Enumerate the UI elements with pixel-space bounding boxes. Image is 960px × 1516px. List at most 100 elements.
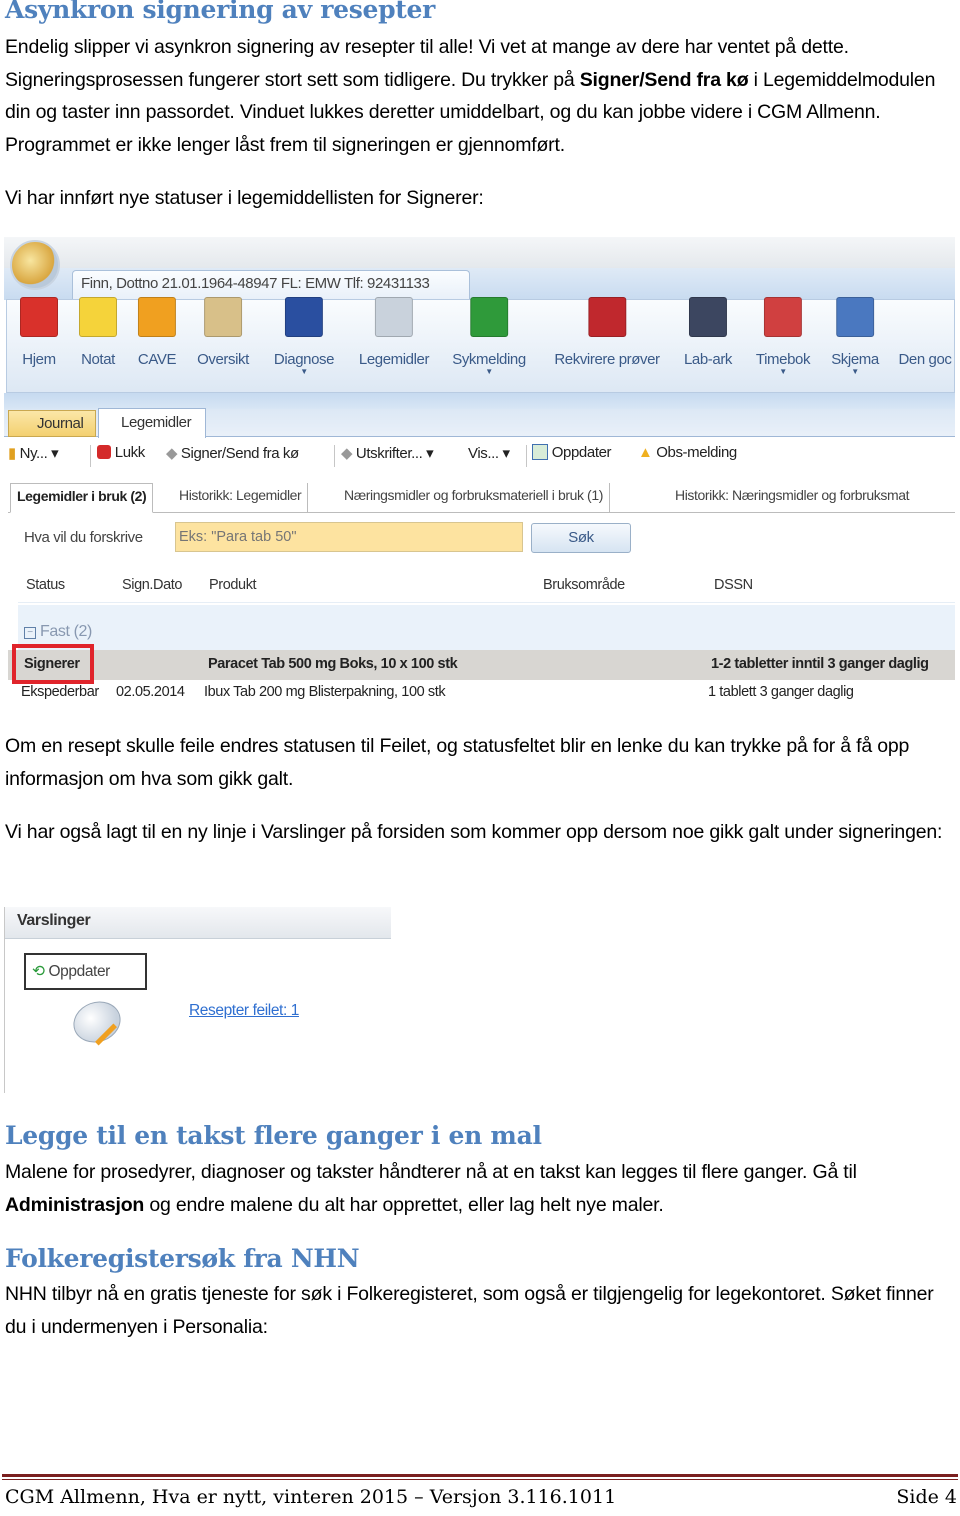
text: Malene for prosedyrer, diagnoser og taks… bbox=[5, 1161, 857, 1183]
ribbon-label: Legemidler bbox=[358, 351, 430, 368]
bold-text: Signer/Send fra kø bbox=[579, 68, 749, 91]
ribbon-label: Sykmelding bbox=[452, 351, 526, 368]
ribbon-hjem[interactable]: Hjem bbox=[20, 297, 58, 368]
printer-icon: ◆ bbox=[341, 445, 353, 462]
page-number: Side 4 bbox=[896, 1486, 957, 1508]
ribbon-lab-ark[interactable]: Lab-ark bbox=[684, 297, 732, 368]
column-sign-date[interactable]: Sign.Dato bbox=[122, 577, 182, 593]
heading-asynkron: Asynkron signering av resepter bbox=[5, 0, 435, 24]
refresh-icon bbox=[532, 444, 548, 460]
heading-takst: Legge til en takst flere ganger i en mal bbox=[5, 1121, 542, 1150]
close-icon bbox=[97, 445, 111, 459]
label: Signer/Send fra kø bbox=[180, 445, 299, 462]
alerts-title: Varslinger bbox=[5, 907, 391, 939]
row-status: Ekspederbar bbox=[21, 684, 99, 700]
footer-rule-thin bbox=[2, 1479, 958, 1480]
label: Vis... bbox=[468, 445, 499, 462]
column-usage[interactable]: Bruksområde bbox=[543, 577, 625, 593]
patient-tab[interactable]: Finn, Dottno 21.01.1964-48947 FL: EMW Tl… bbox=[72, 270, 470, 300]
label: Oppdater bbox=[551, 444, 612, 461]
label: Oppdater bbox=[48, 963, 111, 980]
label: Obs-melding bbox=[656, 444, 737, 461]
subtab-history[interactable]: Historikk: Legemidler bbox=[173, 483, 309, 513]
new-button[interactable]: ▮ Ny... ▾ bbox=[8, 444, 59, 462]
tab-legemidler[interactable]: Legemidler bbox=[98, 408, 206, 438]
app-orb-button[interactable] bbox=[10, 240, 60, 290]
ribbon-label: Diagnose bbox=[273, 351, 335, 368]
tab-label: Legemidler bbox=[121, 414, 192, 431]
prescribe-search-input[interactable] bbox=[175, 522, 523, 552]
row-product: Ibux Tab 200 mg Blisterpakning, 100 stk bbox=[204, 684, 446, 700]
ribbon-label: Notat bbox=[81, 351, 115, 368]
title-bar bbox=[4, 237, 955, 269]
ribbon-label: Timebok bbox=[755, 351, 811, 368]
group-fast[interactable]: − Fast (2) bbox=[24, 623, 92, 641]
stethoscope-icon bbox=[285, 297, 323, 337]
table-row[interactable]: Ekspederbar 02.05.2014 Ibux Tab 200 mg B… bbox=[8, 680, 955, 705]
column-status[interactable]: Status bbox=[26, 577, 65, 593]
ribbon-cave[interactable]: CAVE bbox=[138, 297, 176, 368]
subtab-in-use[interactable]: Legemidler i bruk (2) bbox=[10, 483, 154, 513]
bold-text: Administrasjon bbox=[5, 1193, 145, 1216]
dropdown-arrow-icon[interactable]: ▼ bbox=[756, 368, 810, 376]
subtab-nutrition[interactable]: Næringsmidler og forbruksmateriell i bru… bbox=[338, 483, 610, 513]
ribbon-label: Skjema bbox=[831, 351, 879, 368]
ribbon-den-goc[interactable]: Den goc bbox=[898, 297, 951, 368]
row-dssn: 1 tablett 3 ganger daglig bbox=[708, 684, 854, 700]
ribbon-timebok[interactable]: Timebok ▼ bbox=[756, 297, 810, 376]
print-button[interactable]: ◆ Utskrifter... ▾ bbox=[341, 444, 434, 462]
ribbon-rekvirere-prøver[interactable]: Rekvirere prøver bbox=[554, 297, 660, 368]
patient-tab-label: Finn, Dottno 21.01.1964-48947 FL: EMW Tl… bbox=[81, 275, 430, 292]
column-dssn[interactable]: DSSN bbox=[714, 577, 753, 593]
obs-button[interactable]: ▲ Obs-melding bbox=[638, 444, 737, 461]
sign-icon: ◆ bbox=[166, 445, 178, 462]
ribbon-skjema[interactable]: Skjema ▼ bbox=[831, 297, 879, 376]
refresh-arrows-icon: ⟲ bbox=[32, 963, 45, 980]
divider bbox=[334, 445, 335, 467]
dropdown-arrow-icon[interactable]: ▼ bbox=[452, 368, 526, 376]
ribbon-notat[interactable]: Notat bbox=[79, 297, 117, 368]
lab-sheet-icon bbox=[689, 297, 727, 337]
warning-icon: ▲ bbox=[638, 444, 653, 461]
alerts-refresh-button[interactable]: ⟲ Oppdater bbox=[24, 953, 147, 990]
label: Ny... bbox=[19, 445, 48, 462]
table-row[interactable]: Signerer Paracet Tab 500 mg Boks, 10 x 1… bbox=[8, 650, 955, 680]
divider bbox=[90, 445, 91, 467]
group-label: Fast (2) bbox=[40, 623, 92, 640]
paragraph-intro: Endelig slipper vi asynkron signering av… bbox=[5, 31, 960, 161]
column-product[interactable]: Produkt bbox=[209, 577, 257, 593]
dropdown-arrow-icon[interactable]: ▼ bbox=[831, 368, 879, 376]
ribbon-sykmelding[interactable]: Sykmelding ▼ bbox=[452, 297, 526, 376]
refresh-button[interactable]: Oppdater bbox=[532, 444, 612, 461]
ribbon-gap bbox=[4, 393, 955, 409]
subtab-nutrition-history[interactable]: Historikk: Næringsmidler og forbruksmat bbox=[669, 483, 915, 513]
close-button[interactable]: Lukk bbox=[97, 444, 145, 461]
failed-prescriptions-link[interactable]: Resepter feilet: 1 bbox=[189, 1002, 299, 1020]
search-button[interactable]: Søk bbox=[531, 523, 631, 553]
divider bbox=[526, 445, 527, 467]
ribbon-label: Rekvirere prøver bbox=[554, 351, 660, 368]
note-icon bbox=[79, 297, 117, 337]
ribbon-label: Den goc bbox=[898, 351, 952, 368]
column-header: Status Sign.Dato Produkt Bruksområde DSS… bbox=[18, 571, 955, 603]
collapse-icon: − bbox=[24, 627, 36, 639]
search-label: Hva vil du forskrive bbox=[24, 529, 143, 546]
form-icon bbox=[836, 297, 874, 337]
ribbon-diagnose[interactable]: Diagnose ▼ bbox=[274, 297, 334, 376]
warning-icon bbox=[137, 297, 176, 337]
footer-rule bbox=[2, 1474, 958, 1477]
row-product: Paracet Tab 500 mg Boks, 10 x 100 stk bbox=[208, 656, 458, 672]
sign-send-button[interactable]: ◆ Signer/Send fra kø bbox=[166, 444, 299, 462]
dropdown-arrow-icon[interactable]: ▼ bbox=[274, 368, 334, 376]
group-band: − Fast (2) bbox=[18, 605, 955, 650]
tab-journal[interactable]: Journal bbox=[8, 410, 96, 437]
ribbon-legemidler[interactable]: Legemidler bbox=[358, 297, 430, 368]
footer: CGM Allmenn, Hva er nytt, vinteren 2015 … bbox=[5, 1486, 957, 1508]
ribbon-oversikt[interactable]: Oversikt bbox=[197, 297, 249, 368]
row-dssn: 1-2 tabletter inntil 3 ganger daglig bbox=[711, 656, 929, 672]
paragraph-alerts: Vi har også lagt til en ny linje i Varsl… bbox=[5, 821, 943, 843]
tab-label: Journal bbox=[37, 415, 84, 432]
calendar-icon bbox=[763, 297, 802, 337]
test-tube-icon bbox=[587, 297, 626, 337]
view-button[interactable]: Vis... ▾ bbox=[468, 444, 510, 462]
